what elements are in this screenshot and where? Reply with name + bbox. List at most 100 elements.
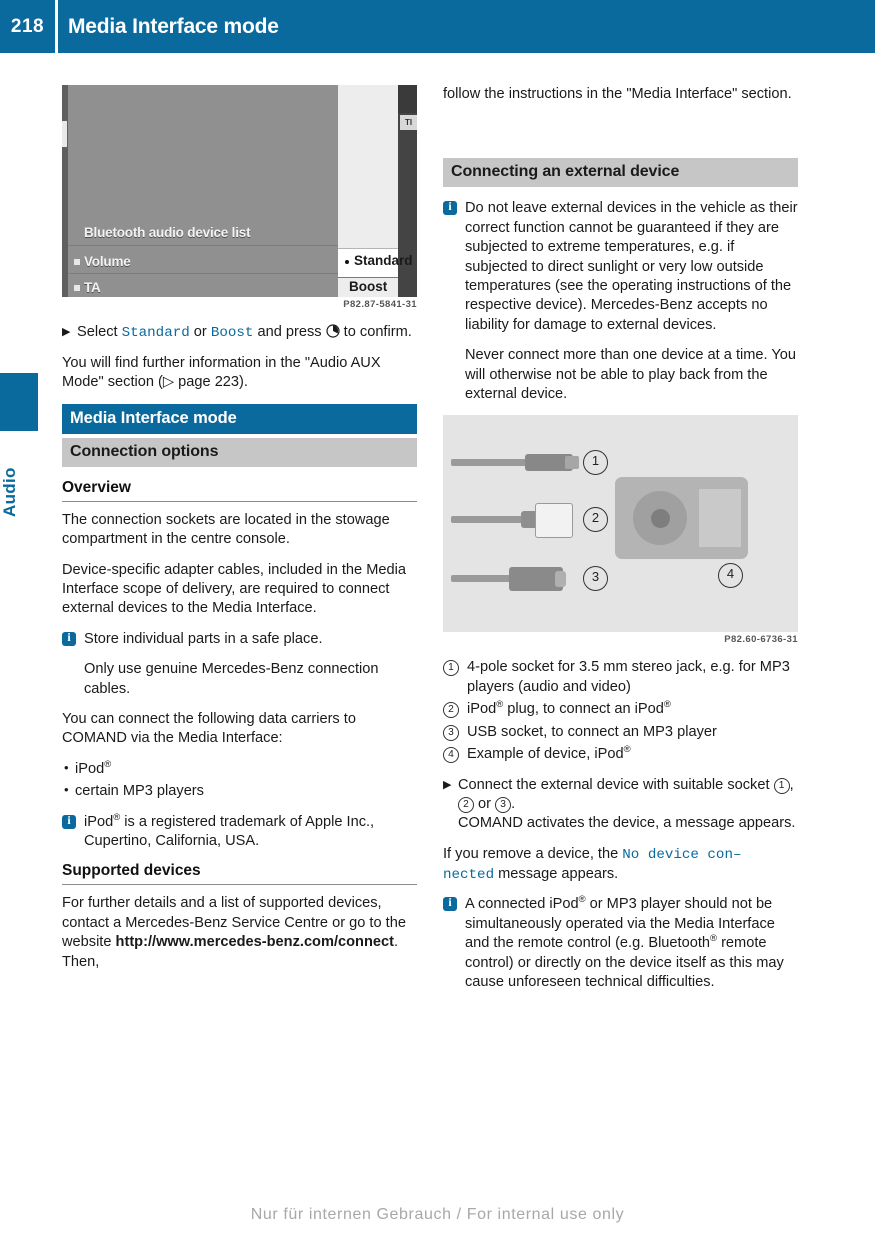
legend-row: 4 Example of device, iPod® xyxy=(443,745,798,764)
info-icon xyxy=(62,630,84,649)
legend-text-mid: plug, to connect an iPod xyxy=(503,701,664,718)
info-note-text-pre: A connected iPod xyxy=(465,896,579,913)
ipod-device-illustration xyxy=(615,477,748,560)
list-item: certain MP3 players xyxy=(62,781,417,801)
paragraph-aux-reference: You will find further information in the… xyxy=(62,354,381,391)
inline-callout-3: 3 xyxy=(495,796,512,813)
website-url: http://www.mercedes-benz.com/connect xyxy=(115,934,394,951)
heading-media-interface-mode: Media Interface mode xyxy=(62,403,417,434)
section-tab-marker xyxy=(0,373,38,431)
paragraph-follow-instructions: follow the instructions in the "Media In… xyxy=(443,86,792,102)
legend-number: 4 xyxy=(443,745,467,764)
registered-mark: ® xyxy=(578,894,586,906)
heading-connecting-external-device: Connecting an external device xyxy=(443,158,798,188)
heading-connection-options: Connection options xyxy=(62,437,417,467)
list-supported-carriers: iPod® certain MP3 players xyxy=(62,758,417,802)
screen-ti-label: TI xyxy=(400,115,417,130)
registered-mark: ® xyxy=(104,758,112,770)
info-note-text-pre: iPod xyxy=(84,813,114,830)
heading-supported-devices: Supported devices xyxy=(62,862,201,880)
info-note-text: A connected iPod® or MP3 player should n… xyxy=(465,895,798,992)
step-arrow-icon: ▶ xyxy=(62,326,71,338)
step-text-suffix: and press xyxy=(253,324,326,340)
registered-mark: ® xyxy=(623,744,631,756)
heading-rule xyxy=(62,500,417,502)
info-note-ipod-trademark: iPod® is a registered trademark of Apple… xyxy=(62,812,417,852)
legend-text: 4-pole socket for 3.5 mm stereo jack, e.… xyxy=(467,659,790,695)
info-note-external-devices-sub: Never connect more than one device at a … xyxy=(465,347,796,403)
heading-overview: Overview xyxy=(62,478,131,496)
left-column: TI Bluetooth audio device list Volume TA… xyxy=(62,85,417,983)
info-note-simultaneous-operation: A connected iPod® or MP3 player should n… xyxy=(443,895,798,992)
step-connect-device: ▶ Connect the external device with suita… xyxy=(443,776,798,834)
legend-row: 2 iPod® plug, to connect an iPod® xyxy=(443,700,798,719)
figure-legend: 1 4-pole socket for 3.5 mm stereo jack, … xyxy=(443,658,798,764)
legend-text-pre: iPod xyxy=(467,701,497,718)
screen-item-volume: Volume xyxy=(84,254,131,269)
callout-2: 2 xyxy=(583,507,608,533)
screen-item-standard: Standard xyxy=(354,253,413,268)
right-column: follow the instructions in the "Media In… xyxy=(443,85,798,1004)
header-divider xyxy=(55,0,58,53)
list-item: iPod® xyxy=(62,758,417,779)
info-note-text: Do not leave external devices in the veh… xyxy=(465,200,798,333)
info-note-store-parts-sub: Only use genuine Mercedes-Benz connectio… xyxy=(84,661,379,697)
step-text-tail: to confirm. xyxy=(339,324,412,340)
callout-4: 4 xyxy=(718,563,743,589)
legend-row: 1 4-pole socket for 3.5 mm stereo jack, … xyxy=(443,658,798,697)
info-note-text: Store individual parts in a safe place. xyxy=(84,630,323,647)
legend-number: 2 xyxy=(443,700,467,719)
screen-radio-dot xyxy=(345,260,349,264)
page-title: Media Interface mode xyxy=(68,14,279,38)
paragraph-remove-device: If you remove a device, the No device co… xyxy=(443,845,798,885)
callout-3: 3 xyxy=(583,566,608,592)
info-note-text: iPod® is a registered trademark of Apple… xyxy=(84,812,417,852)
section-tab-label: Audio xyxy=(0,467,19,517)
legend-number: 3 xyxy=(443,723,467,742)
paragraph-text-pre: If you remove a device, the xyxy=(443,845,623,862)
info-icon xyxy=(443,199,465,335)
figure-caption: P82.60-6736-31 xyxy=(724,634,798,646)
screen-item-ta: TA xyxy=(84,280,101,295)
page-header: 218 Media Interface mode xyxy=(0,0,875,53)
info-icon xyxy=(443,895,465,992)
figure-connection-sockets: 1 2 3 4 P82.60-6736-31 xyxy=(443,415,798,645)
ipod-dock-plug xyxy=(535,503,573,539)
step-text-joiner: or xyxy=(189,324,211,340)
info-note-store-parts: Store individual parts in a safe place. xyxy=(62,630,417,649)
legend-text: iPod® plug, to connect an iPod® xyxy=(467,700,798,719)
ui-string-boost: Boost xyxy=(210,325,254,341)
comand-controller-icon xyxy=(326,324,340,340)
screen-item-boost: Boost xyxy=(349,279,388,294)
figure-comand-screen: TI Bluetooth audio device list Volume TA… xyxy=(62,85,417,310)
step-select-standard-boost: ▶ Select Standard or Boost and press to … xyxy=(62,323,417,343)
paragraph-supported-devices: For further details and a list of suppor… xyxy=(62,894,417,972)
figure-caption: P82.87-5841-31 xyxy=(343,299,417,310)
heading-rule xyxy=(62,884,417,886)
registered-mark: ® xyxy=(710,933,718,945)
info-note-external-devices: Do not leave external devices in the veh… xyxy=(443,199,798,335)
page-number: 218 xyxy=(10,15,45,37)
paragraph-connection-sockets: The connection sockets are located in th… xyxy=(62,511,390,548)
step-text-prefix: Select xyxy=(77,324,122,340)
ui-string-standard: Standard xyxy=(121,325,190,341)
info-note-text-post: is a registered trademark of Apple Inc.,… xyxy=(84,813,375,849)
legend-number: 1 xyxy=(443,658,467,697)
footer-watermark: Nur für internen Gebrauch / For internal… xyxy=(250,1206,625,1223)
paragraph-text-post: message appears. xyxy=(494,865,619,882)
legend-text: Example of device, iPod® xyxy=(467,745,798,764)
step-text: Connect the external device with suitabl… xyxy=(458,776,774,793)
inline-callout-1: 1 xyxy=(773,777,790,794)
list-item-label: iPod xyxy=(75,760,105,777)
legend-row: 3 USB socket, to connect an MP3 player xyxy=(443,723,798,742)
legend-text-pre: Example of device, iPod xyxy=(467,746,624,763)
step-text-result: COMAND activates the device, a message a… xyxy=(458,815,796,832)
callout-1: 1 xyxy=(583,450,608,476)
inline-callout-2: 2 xyxy=(458,796,474,813)
step-arrow-icon: ▶ xyxy=(443,778,452,791)
paragraph-adapter-cables: Device-specific adapter cables, included… xyxy=(62,561,406,617)
legend-text: USB socket, to connect an MP3 player xyxy=(467,723,717,740)
registered-mark: ® xyxy=(663,699,671,711)
info-icon xyxy=(62,813,84,852)
paragraph-data-carriers: You can connect the following data carri… xyxy=(62,710,356,747)
